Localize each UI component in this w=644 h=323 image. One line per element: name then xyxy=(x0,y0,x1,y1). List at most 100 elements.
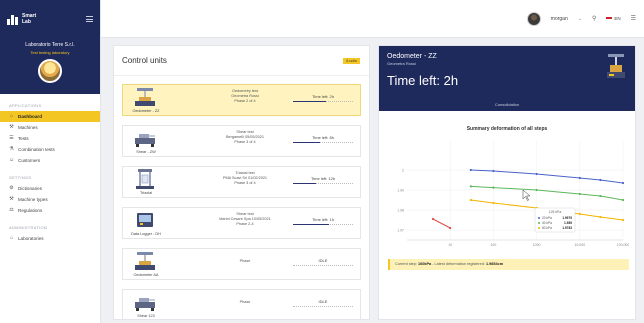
sidebar-item-tests[interactable]: ☰ Tests xyxy=(0,133,100,144)
chart-data-point xyxy=(621,181,625,185)
sidebar-item-laboratories[interactable]: ⌂ Laboratories xyxy=(0,233,100,244)
control-unit-name: Oedometer AA xyxy=(133,273,159,277)
control-units-header: Control units 6 units xyxy=(114,46,369,76)
control-unit-progress xyxy=(293,101,353,102)
control-unit-progress xyxy=(293,224,353,225)
control-unit-row[interactable]: Data Logger - DH Shear test Marini Cesare … xyxy=(122,207,361,239)
control-unit-row[interactable]: Shear 123 Phase IDLE xyxy=(122,289,361,319)
chart-tooltip-value: 1.989 xyxy=(564,221,572,225)
laboratory-subtitle: Test testing laboratory xyxy=(30,50,70,55)
control-unit-progress-fill xyxy=(293,224,329,225)
chart-tooltip-series-name: 80 kPa xyxy=(542,226,552,230)
language-label: EN xyxy=(614,16,621,21)
app-logo[interactable]: Smart Lab xyxy=(7,13,36,25)
control-unit-row[interactable]: Triaxial Triaxial test PMA Scavi Srl 01/02… xyxy=(122,166,361,198)
user-avatar[interactable] xyxy=(526,11,541,26)
sidebar-item-combination-tests[interactable]: ⚗ Combination tests xyxy=(0,144,100,155)
detail-title: Oedometer - ZZ xyxy=(387,53,437,60)
language-selector[interactable]: EN xyxy=(606,16,621,21)
logo-text-line2: Lab xyxy=(22,19,31,25)
detail-subtitle: Geometra Rossi xyxy=(387,61,416,66)
control-unit-row[interactable]: Oedometer AA Phase IDLE xyxy=(122,248,361,280)
control-unit-progress-fill xyxy=(293,101,326,102)
shear-icon xyxy=(135,134,155,147)
chart-x-tick-label: 1000 xyxy=(533,243,541,247)
chart-data-point xyxy=(578,212,581,216)
control-unit-info: Phase xyxy=(205,300,285,305)
topbar: morgan ⌄ ⚲ EN ☰ xyxy=(101,0,644,38)
sidebar-item-machines[interactable]: ⚒ Machines xyxy=(0,122,100,133)
control-unit-progress xyxy=(293,306,353,307)
sidebar-item-dictionaries[interactable]: ⚙ Dictionaries xyxy=(0,183,100,194)
sidebar-item-label: Dashboard xyxy=(18,114,42,119)
chart-tooltip-value: 1.9979 xyxy=(562,216,572,220)
control-unit-progress xyxy=(293,142,353,143)
datalogger-icon xyxy=(137,213,153,227)
flask-icon: ⚗ xyxy=(9,146,14,152)
control-unit-status: Time left: 2h xyxy=(312,94,334,99)
sidebar-section-label: ADMINISTRATION xyxy=(9,225,48,230)
oedometer-icon xyxy=(135,252,155,270)
chart-data-point xyxy=(535,172,538,176)
current-step-deformation: 1.9854cm xyxy=(485,262,504,266)
sidebar-item-label: Combination tests xyxy=(18,147,55,152)
sidebar-item-dashboard[interactable]: ⌂ Dashboard xyxy=(0,111,100,122)
chevron-down-icon[interactable]: ⌄ xyxy=(578,16,582,22)
logo-mark-icon xyxy=(7,14,19,25)
detail-time-left: Time left: 2h xyxy=(387,73,459,88)
control-unit-name: Shear - ZW xyxy=(136,150,156,154)
control-unit-info-line: Phase xyxy=(239,259,251,263)
shear-icon xyxy=(135,298,155,311)
chart-data-point xyxy=(578,192,581,196)
deformation-chart-svg: Summary deformation of all steps 1.97 1.98… xyxy=(397,126,629,247)
chart-x-tick-label: 10,000 xyxy=(574,243,585,247)
control-unit-info-line: Phase 2 of 4 xyxy=(234,99,256,103)
building-icon: ⌂ xyxy=(9,235,14,241)
sidebar-item-machine-types[interactable]: ⚒ Machine types xyxy=(0,194,100,205)
control-unit-info-line: Phase 3 of 4 xyxy=(234,140,256,144)
chart-y-tick-label: 1.98 xyxy=(397,209,404,213)
control-unit-info-line: Phase 2-4 xyxy=(236,222,254,226)
sidebar-header: Smart Lab xyxy=(0,0,100,38)
control-unit-status: Time left: 12h xyxy=(310,176,336,181)
sidebar-item-label: Machines xyxy=(18,125,38,130)
list-icon: ☰ xyxy=(9,135,14,141)
sidebar-item-customers[interactable]: ☺ Customers xyxy=(0,155,100,166)
menu-icon[interactable]: ☰ xyxy=(631,15,636,22)
users-icon: ☺ xyxy=(9,157,15,163)
search-icon[interactable]: ⚲ xyxy=(592,15,596,22)
hamburger-menu-icon[interactable] xyxy=(86,16,93,22)
chart-data-point xyxy=(599,194,602,198)
chart-x-tick-label: 10 xyxy=(448,243,452,247)
sidebar-nav: APPLICATIONS ⌂ Dashboard ⚒ Machines ☰ Tests ⚗ Co… xyxy=(0,94,100,244)
control-unit-name: Shear 123 xyxy=(137,314,155,318)
chart-y-tick-label: 1.97 xyxy=(397,229,404,233)
sidebar-section-label: APPLICATIONS xyxy=(9,103,42,108)
control-unit-info: Shear test Marini Cesare Spa 10/05/2021 Ph… xyxy=(205,212,285,227)
logo-text: Smart Lab xyxy=(22,13,36,25)
detail-header: Oedometer - ZZ Geometra Rossi Time left:… xyxy=(379,46,635,111)
laboratory-avatar[interactable] xyxy=(38,59,62,83)
control-unit-name: Data Logger - DH xyxy=(131,232,161,236)
chart-tooltip-header: 125 kPa xyxy=(549,210,562,214)
chart-data-point xyxy=(621,198,625,202)
chart-tooltip-series-name: 40 kPa xyxy=(542,221,552,225)
laboratory-name: Laboratorio Terre S.r.l. xyxy=(25,42,75,48)
current-step-mid: - Latest deformation registered: xyxy=(431,262,486,266)
control-unit-info: Oedometry test Geometra Rossi Phase 2 of 4 xyxy=(205,89,285,104)
oedometer-icon xyxy=(135,88,155,106)
chart-x-tick-label: 100,000 xyxy=(617,243,629,247)
control-unit-status: Time left: 8h xyxy=(312,135,334,140)
sidebar-item-label: Regulations xyxy=(18,208,43,213)
sidebar-item-regulations[interactable]: ⚖ Regulations xyxy=(0,205,100,216)
control-unit-info: Phase xyxy=(205,259,285,264)
tool-icon: ⚒ xyxy=(9,124,14,130)
user-name[interactable]: morgan xyxy=(551,16,568,22)
chart-tooltip-swatch xyxy=(538,222,540,224)
sidebar-section-label: SETTINGS xyxy=(9,175,32,180)
chart-data-point xyxy=(535,188,538,192)
control-unit-row[interactable]: Shear - ZW Shear test Bergamelli 05/05/202… xyxy=(122,125,361,157)
sidebar-item-label: Laboratories xyxy=(18,236,44,241)
gear-icon: ⚙ xyxy=(9,185,14,191)
control-unit-row[interactable]: Oedometer - ZZ Oedometry test Geometra Ros… xyxy=(122,84,361,116)
